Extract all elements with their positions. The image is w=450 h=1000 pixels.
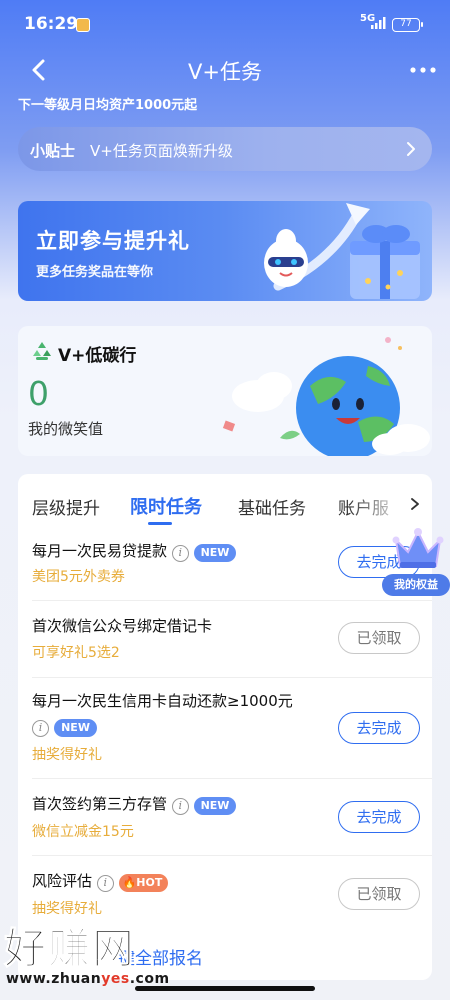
tip-text: V+任务页面焕新升级 [90,142,233,160]
task-item: 首次微信公众号绑定借记卡 可享好礼5选2 已领取 [18,601,432,677]
status-time: 16:29 [24,14,79,34]
earth-mascot-illustration [222,337,430,456]
info-icon[interactable]: i [32,720,49,737]
task-reward: 可享好礼5选2 [32,645,120,661]
claimed-button[interactable]: 已领取 [338,878,420,910]
task-item: 每月一次民易贷提款 i NEW 美团5元外卖券 去完成 [18,530,432,600]
complete-button[interactable]: 去完成 [338,801,420,833]
task-reward: 微信立减金15元 [32,824,134,840]
task-name-text: 首次签约第三方存管 [32,795,168,813]
home-indicator[interactable] [135,986,315,991]
hot-badge-text: HOT [136,876,163,889]
promo-title: 立即参与提升礼 [36,229,190,253]
tip-banner[interactable]: 小贴士 V+任务页面焕新升级 [18,127,432,171]
task-name: 每月一次民生信用卡自动还款≥1000元 [32,692,293,710]
tab-basic[interactable]: 基础任务 [238,494,306,519]
promo-subtitle: 更多任务奖品在等你 [36,265,154,280]
recycle-icon [33,342,51,360]
task-item: 首次签约第三方存管 i NEW 微信立减金15元 去完成 [18,779,432,855]
task-name: 风险评估 i 🔥HOT [32,870,169,892]
fire-icon: 🔥 [122,876,137,889]
new-badge: NEW [193,544,237,562]
low-carbon-title: V+低碳行 [58,346,137,366]
smile-value-label: 我的微笑值 [28,420,104,438]
new-badge: NEW [193,797,237,815]
task-reward: 美团5元外卖券 [32,569,125,585]
task-tabs: 层级提升 限时任务 基础任务 账户服 [18,474,432,530]
gift-mascot-illustration [264,203,420,299]
info-icon[interactable]: i [171,545,189,562]
hot-badge: 🔥HOT [118,874,169,892]
status-bar: 16:29 5G 77 [0,0,450,48]
signal-icon [371,17,386,29]
watermark-url: www.zhuanyes.com [6,971,170,987]
task-name: 首次微信公众号绑定借记卡 [32,617,213,635]
page-title: V+任务 [188,60,262,84]
claimed-button[interactable]: 已领取 [338,622,420,654]
task-name-text: 每月一次民易贷提款 [32,542,168,560]
info-icon[interactable]: i [171,798,189,815]
task-reward: 抽奖得好礼 [32,747,102,763]
smile-value: 0 [28,374,49,413]
low-carbon-card[interactable]: V+低碳行 0 我的微笑值 [18,326,432,456]
notification-app-icon [76,18,90,32]
more-icon[interactable] [408,60,438,80]
tab-limited-time[interactable]: 限时任务 [130,493,202,519]
info-icon[interactable]: i [96,875,114,892]
task-name: 首次签约第三方存管 i NEW [32,793,237,815]
watermark-logo: 好赚网 [3,924,137,974]
nav-bar: V+任务 [0,48,450,92]
active-tab-indicator [148,522,172,525]
task-name: 每月一次民易贷提款 i NEW [32,540,237,562]
task-name-text: 风险评估 [32,872,93,890]
tab-level-up[interactable]: 层级提升 [32,494,100,519]
task-item: 每月一次民生信用卡自动还款≥1000元 i NEW 抽奖得好礼 去完成 [18,678,432,778]
next-level-requirement: 下一等级月日均资产1000元起 [18,98,198,113]
my-benefits-float[interactable]: 我的权益 [382,522,450,598]
new-badge: NEW [54,719,97,737]
task-tags: i NEW [32,716,97,737]
chevron-right-icon[interactable] [408,497,422,511]
complete-button[interactable]: 去完成 [338,712,420,744]
tip-label: 小贴士 [30,142,76,160]
promo-banner[interactable]: 立即参与提升礼 更多任务奖品在等你 [18,201,432,301]
crown-icon [392,528,444,568]
my-benefits-label: 我的权益 [382,574,450,596]
chevron-right-icon [407,142,415,156]
battery-icon: 77 [392,18,423,32]
tab-fade [348,488,408,518]
